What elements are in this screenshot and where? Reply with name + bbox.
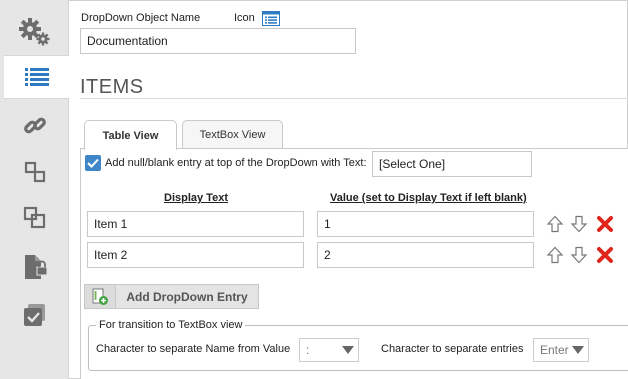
- separator-entries-select[interactable]: Enter: [533, 338, 589, 362]
- sidebar-item-links[interactable]: [0, 104, 69, 148]
- arrow-up-icon[interactable]: [546, 246, 564, 264]
- transition-legend: For transition to TextBox view: [96, 319, 246, 331]
- add-entry-button[interactable]: Add DropDown Entry: [84, 284, 259, 309]
- delete-icon[interactable]: [596, 246, 614, 264]
- add-entry-label: Add DropDown Entry: [126, 289, 248, 304]
- sidebar-item-items[interactable]: [4, 55, 69, 99]
- sidebar-item-move[interactable]: [0, 150, 69, 194]
- sidebar-item-validation[interactable]: [0, 293, 69, 337]
- column-header-display-text: Display Text: [164, 192, 228, 204]
- lock-file-icon: [24, 255, 47, 279]
- row-2-value-input[interactable]: 2: [317, 242, 534, 268]
- sidebar-item-settings[interactable]: [0, 10, 69, 54]
- checkmark-icon: [87, 158, 99, 168]
- arrow-down-icon[interactable]: [570, 246, 588, 264]
- null-entry-text-input[interactable]: [Select One]: [372, 151, 532, 177]
- add-entry-icon: [92, 288, 108, 305]
- row-1-display-input[interactable]: Item 1: [87, 211, 304, 237]
- gears-icon: [18, 18, 49, 46]
- section-title: ITEMS: [80, 76, 144, 98]
- null-entry-checkbox[interactable]: [85, 155, 101, 171]
- row-2-display-input[interactable]: Item 2: [87, 242, 304, 268]
- sidebar: [0, 0, 69, 379]
- copy-icon: [23, 206, 45, 229]
- chevron-down-icon: [342, 346, 354, 354]
- list-image-icon: [262, 11, 280, 26]
- sidebar-item-copy[interactable]: [0, 196, 69, 240]
- icon-label: Icon: [234, 12, 255, 24]
- separator-entries-label: Character to separate entries: [381, 343, 524, 355]
- check-file-icon: [23, 304, 45, 326]
- move-icon: [24, 161, 45, 183]
- arrow-up-icon[interactable]: [546, 215, 564, 233]
- add-entry-icon-box: [85, 285, 116, 308]
- list-icon: [24, 68, 49, 86]
- separator-entries-value: Enter: [540, 343, 569, 357]
- chevron-down-icon: [572, 346, 584, 354]
- null-entry-label: Add null/blank entry at top of the DropD…: [105, 157, 367, 169]
- tab-textbox-view[interactable]: TextBox View: [182, 120, 283, 149]
- separator-name-value: :: [306, 343, 310, 357]
- separator-name-select[interactable]: :: [299, 338, 359, 362]
- separator-name-label: Character to separate Name from Value: [96, 343, 291, 355]
- section-divider: [80, 98, 628, 99]
- column-header-value: Value (set to Display Text if left blank…: [330, 192, 527, 204]
- delete-icon[interactable]: [596, 215, 614, 233]
- arrow-down-icon[interactable]: [570, 215, 588, 233]
- tab-table-view[interactable]: Table View: [84, 120, 177, 150]
- link-icon: [23, 117, 46, 134]
- row-1-value-input[interactable]: 1: [317, 211, 534, 237]
- icon-picker[interactable]: [262, 11, 280, 29]
- object-name-input[interactable]: Documentation: [80, 28, 356, 54]
- sidebar-item-security[interactable]: [0, 245, 69, 289]
- object-name-label: DropDown Object Name: [81, 12, 201, 24]
